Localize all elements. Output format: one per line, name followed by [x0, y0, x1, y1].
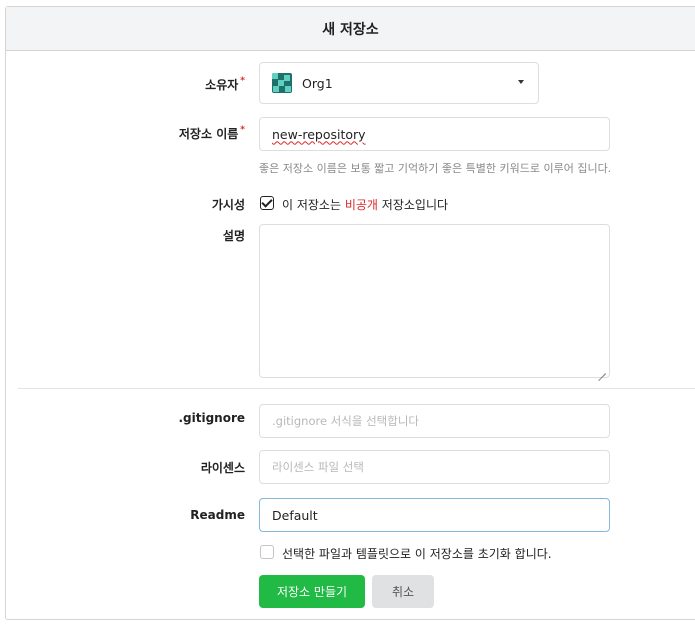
gitignore-dropdown[interactable]: .gitignore 서식을 선택합니다 [259, 404, 610, 438]
required-mark: * [240, 76, 245, 86]
required-mark: * [240, 125, 245, 135]
cancel-button[interactable]: 취소 [372, 575, 434, 608]
create-repository-button[interactable]: 저장소 만들기 [259, 575, 365, 608]
license-label: 라이센스 [200, 461, 245, 475]
owner-dropdown[interactable]: Org1 [259, 62, 539, 104]
repo-name-hint: 좋은 저장소 이름은 보통 짧고 기억하기 좋은 특별한 키워드로 이루어 집니… [259, 162, 612, 175]
page-title: 새 저장소 [322, 21, 379, 38]
dropdown-caret-icon [518, 80, 524, 84]
readme-value: Default [272, 507, 318, 523]
auto-init-text: 선택한 파일과 템플릿으로 이 저장소를 초기화 합니다. [282, 547, 552, 561]
repo-name-label: 저장소 이름 * [178, 125, 245, 141]
repo-name-input[interactable]: new-repository [259, 117, 610, 151]
license-placeholder: 라이센스 파일 선택 [272, 460, 364, 474]
auto-init-checkbox[interactable] [260, 545, 274, 559]
description-label: 설명 [222, 229, 245, 243]
readme-dropdown[interactable]: Default [259, 498, 610, 532]
license-dropdown[interactable]: 라이센스 파일 선택 [259, 450, 610, 484]
repo-name-value: new-repository [272, 126, 366, 142]
gitignore-label: .gitignore [178, 411, 245, 425]
org-avatar [272, 73, 292, 93]
owner-value: Org1 [302, 75, 333, 91]
gitignore-placeholder: .gitignore 서식을 선택합니다 [272, 414, 419, 428]
resize-handle-icon[interactable] [598, 366, 606, 374]
description-textarea[interactable] [259, 224, 610, 378]
visibility-text: 이 저장소는 비공개 저장소입니다 [282, 198, 449, 212]
visibility-label: 가시성 [211, 198, 245, 212]
readme-label: Readme [190, 508, 245, 522]
private-checkbox[interactable] [260, 196, 274, 210]
private-word: 비공개 [344, 198, 378, 212]
owner-label: 소유자 * [205, 76, 245, 92]
section-divider [18, 388, 695, 389]
form-header: 새 저장소 [6, 7, 695, 51]
